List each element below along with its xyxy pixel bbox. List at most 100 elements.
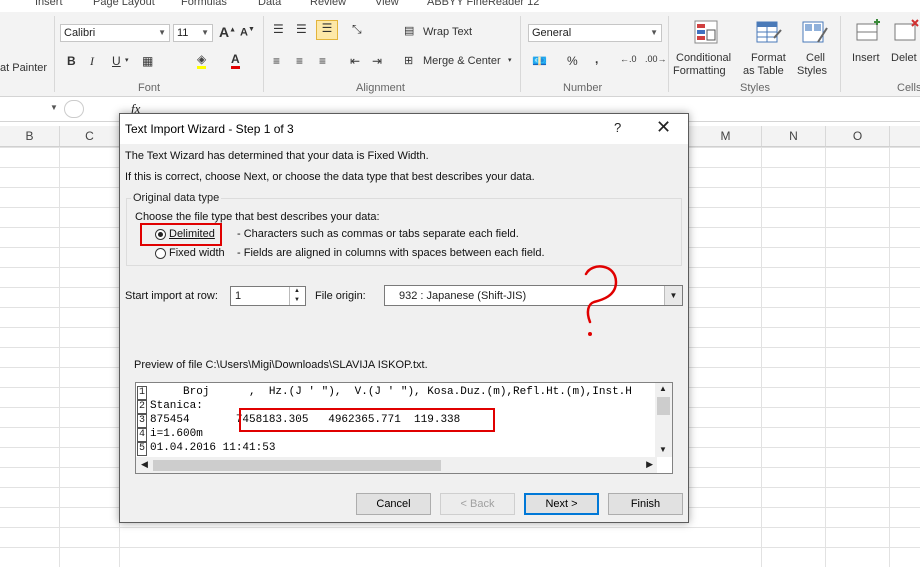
preview-row-number: 1 — [137, 386, 147, 400]
wrap-text-button[interactable]: Wrap Text — [423, 26, 472, 38]
chevron-down-icon: ▼ — [650, 28, 658, 37]
fixed-width-description: - Fields are aligned in columns with spa… — [237, 247, 545, 259]
column-header-b[interactable]: B — [0, 126, 60, 146]
next-button[interactable]: Next > — [524, 493, 599, 515]
percent-button[interactable]: % — [567, 54, 578, 68]
question-mark-annotation — [584, 265, 618, 336]
tab-view[interactable]: View — [375, 0, 399, 8]
formula-bar-expand[interactable] — [64, 100, 84, 118]
file-origin-label: File origin: — [315, 290, 366, 302]
preview-line-5: 01.04.2016 11:41:53 — [150, 442, 276, 454]
tab-data[interactable]: Data — [258, 0, 281, 8]
conditional-formatting-icon — [694, 20, 718, 44]
group-divider — [54, 16, 55, 92]
conditional-formatting-label-2[interactable]: Formatting — [673, 65, 726, 77]
cancel-button[interactable]: Cancel — [356, 493, 431, 515]
cell-styles-icon — [802, 21, 828, 43]
scroll-down-icon[interactable]: ▼ — [659, 445, 667, 454]
preview-vertical-scrollbar[interactable]: ▲ ▼ — [655, 383, 672, 457]
format-as-table-icon — [756, 21, 782, 43]
format-painter-button[interactable]: at Painter — [0, 62, 47, 74]
comma-style-button[interactable]: , — [595, 52, 598, 66]
align-center-icon[interactable]: ≡ — [296, 54, 303, 68]
decrease-indent-icon[interactable]: ⇤ — [350, 54, 360, 68]
fixed-width-radio[interactable] — [155, 248, 166, 259]
shrink-font-icon[interactable]: A▼ — [240, 26, 255, 39]
fill-color-icon[interactable]: ◈ — [197, 52, 207, 69]
column-header-n[interactable]: N — [762, 126, 826, 146]
vertical-scroll-thumb[interactable] — [657, 397, 670, 415]
tab-review[interactable]: Review — [310, 0, 346, 8]
align-right-icon[interactable]: ≡ — [319, 54, 326, 68]
wrap-text-icon: ▤ — [404, 25, 415, 37]
fixed-width-label[interactable]: Fixed width — [169, 247, 225, 259]
scroll-left-icon[interactable]: ◀ — [141, 459, 148, 470]
font-name-select[interactable]: Calibri ▼ — [60, 24, 170, 42]
grid-line — [889, 147, 890, 567]
ribbon-tabs: Insert Page Layout Formulas Data Review … — [0, 0, 920, 12]
font-size-select[interactable]: 11 ▼ — [173, 24, 213, 42]
column-header-o[interactable]: O — [826, 126, 890, 146]
preview-row-number: 5 — [137, 442, 147, 456]
preview-row-number: 3 — [137, 414, 147, 428]
conditional-formatting-label-1[interactable]: Conditional — [676, 52, 731, 64]
alignment-group-label: Alignment — [356, 82, 405, 94]
spinner-down-icon[interactable]: ▼ — [289, 296, 304, 305]
dialog-title-bar: Text Import Wizard - Step 1 of 3 ? ✕ — [120, 114, 688, 144]
back-button[interactable]: < Back — [440, 493, 515, 515]
scroll-up-icon[interactable]: ▲ — [659, 384, 667, 393]
delimited-description: - Characters such as commas or tabs sepa… — [237, 228, 519, 240]
file-origin-value: 932 : Japanese (Shift-JIS) — [399, 290, 527, 302]
align-left-icon[interactable]: ≡ — [273, 54, 280, 68]
group-divider — [840, 16, 841, 92]
column-header-c[interactable]: C — [60, 126, 120, 146]
chevron-down-icon[interactable]: ▼ — [664, 286, 682, 305]
increase-decimal-icon[interactable]: ←.0 — [620, 54, 637, 64]
tab-page-layout[interactable]: Page Layout — [93, 0, 155, 8]
number-format-select[interactable]: General ▼ — [528, 24, 662, 42]
name-box-dropdown-icon[interactable]: ▼ — [50, 103, 58, 112]
help-button[interactable]: ? — [614, 120, 621, 135]
chevron-down-icon[interactable]: ▾ — [125, 56, 129, 64]
group-divider — [263, 16, 264, 92]
increase-indent-icon[interactable]: ⇥ — [372, 54, 382, 68]
format-as-table-label-1[interactable]: Format — [751, 52, 786, 64]
spinner-up-icon[interactable]: ▲ — [289, 287, 304, 296]
preview-line-4: i=1.600m — [150, 428, 203, 440]
borders-icon[interactable]: ▦ — [142, 54, 153, 68]
red-highlight-box — [140, 223, 222, 246]
start-row-spinner[interactable]: 1 ▲ ▼ — [230, 286, 306, 306]
cell-styles-label-1[interactable]: Cell — [806, 52, 825, 64]
align-bottom-icon[interactable]: ☰ — [316, 20, 338, 40]
file-origin-select[interactable]: 932 : Japanese (Shift-JIS) ▼ — [384, 285, 683, 306]
tab-formulas[interactable]: Formulas — [181, 0, 227, 8]
close-button[interactable]: ✕ — [656, 117, 671, 138]
font-name-value: Calibri — [64, 27, 96, 39]
orientation-icon[interactable]: ⤡ — [352, 22, 362, 37]
intro-text-2: If this is correct, choose Next, or choo… — [125, 171, 535, 183]
grow-font-icon[interactable]: A▲ — [219, 24, 236, 40]
tab-insert[interactable]: Insert — [35, 0, 63, 8]
align-middle-icon[interactable]: ☰ — [296, 22, 307, 36]
column-header-m[interactable]: M — [690, 126, 762, 146]
merge-center-button[interactable]: Merge & Center — [423, 55, 501, 67]
scroll-right-icon[interactable]: ▶ — [646, 459, 653, 470]
insert-cells-button[interactable]: Insert — [852, 52, 880, 64]
tab-abbyy[interactable]: ABBYY FineReader 12 — [427, 0, 539, 8]
chevron-down-icon[interactable]: ▾ — [508, 56, 512, 64]
preview-horizontal-scrollbar[interactable]: ◀ ▶ — [136, 457, 657, 473]
format-as-table-label-2[interactable]: as Table — [743, 65, 784, 77]
cell-styles-label-2[interactable]: Styles — [797, 65, 827, 77]
red-highlight-box — [239, 408, 495, 432]
bold-icon[interactable]: B — [67, 54, 76, 68]
accounting-format-icon[interactable]: 💶 — [532, 54, 547, 68]
font-color-icon[interactable]: A — [231, 52, 240, 69]
decrease-decimal-icon[interactable]: .00→ — [645, 54, 667, 64]
delete-cells-button[interactable]: Delet — [891, 52, 917, 64]
underline-icon[interactable]: U — [112, 54, 121, 68]
chevron-down-icon: ▼ — [201, 28, 209, 37]
horizontal-scroll-thumb[interactable] — [153, 460, 441, 471]
italic-icon[interactable]: I — [90, 54, 94, 69]
align-top-icon[interactable]: ☰ — [273, 22, 284, 36]
finish-button[interactable]: Finish — [608, 493, 683, 515]
